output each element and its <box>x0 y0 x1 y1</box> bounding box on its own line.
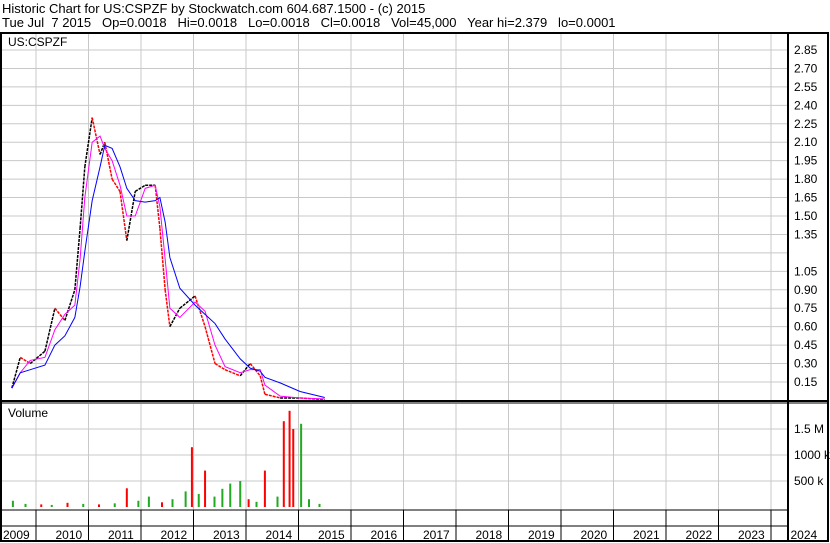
price-segment <box>134 184 146 193</box>
volume-axis: 500 k 1000 k 1.5 M <box>794 422 830 488</box>
symbol-label: US:CSPZF <box>8 35 67 49</box>
volume-bar <box>137 500 140 507</box>
volume-bar <box>184 491 187 507</box>
volume-bar <box>308 499 310 507</box>
volume-bar <box>318 503 321 507</box>
year-tick-label: 2014 <box>266 528 293 542</box>
year-tick-label: 2013 <box>213 528 240 542</box>
year-tick-label: 2023 <box>738 528 765 542</box>
price-tick-label: 0.30 <box>794 357 818 371</box>
year-tick-label: 2012 <box>161 528 188 542</box>
volume-bar <box>98 504 100 507</box>
volume-bar <box>221 488 224 507</box>
year-tick-label: 2021 <box>633 528 660 542</box>
volume-bar <box>66 502 69 507</box>
volume-bar <box>82 503 85 507</box>
price-lines <box>11 117 325 401</box>
price-tick-label: 1.35 <box>794 227 818 241</box>
volume-tick-label: 500 k <box>794 474 824 488</box>
price-axis: 0.15 0.30 0.45 0.60 0.75 0.90 1.05 1.35 1.50 1.65… <box>794 43 818 389</box>
year-tick-label: 2009 <box>3 528 30 542</box>
price-tick-label: 1.80 <box>794 172 818 186</box>
price-tick-label: 1.05 <box>794 264 818 278</box>
volume-bar <box>276 496 279 507</box>
price-segment <box>11 357 21 389</box>
year-tick-label: 2010 <box>56 528 83 542</box>
year-tick-label: 2020 <box>581 528 608 542</box>
volume-bar <box>282 421 285 507</box>
year-tick-label: 2022 <box>686 528 713 542</box>
chart-frame <box>0 32 829 542</box>
price-segment <box>169 307 181 327</box>
volume-bar <box>147 496 150 507</box>
year-tick-label: 2016 <box>371 528 398 542</box>
volume-bar <box>263 470 266 507</box>
volume-tick-label: 1.5 M <box>794 422 824 436</box>
volume-bar <box>113 503 116 507</box>
price-tick-label: 1.50 <box>794 209 818 223</box>
price-segment <box>194 295 206 327</box>
volume-bar <box>288 410 291 507</box>
price-tick-label: 0.90 <box>794 283 818 297</box>
price-tick-label: 2.85 <box>794 43 818 57</box>
price-tick-label: 0.45 <box>794 338 818 352</box>
price-tick-label: 2.25 <box>794 117 818 131</box>
year-tick-label: 2019 <box>528 528 555 542</box>
volume-bar <box>40 504 43 507</box>
volume-bar <box>229 483 232 507</box>
volume-bar <box>161 502 163 507</box>
price-segment <box>91 117 101 155</box>
volume-bar <box>190 447 193 507</box>
price-tick-label: 0.75 <box>794 301 818 315</box>
short-moving-average-line <box>11 135 325 400</box>
price-segment <box>154 185 161 229</box>
volume-bar <box>255 501 258 507</box>
volume-bar <box>197 494 200 507</box>
volume-bars <box>11 410 321 507</box>
price-segment <box>54 307 66 321</box>
price-tick-label: 1.95 <box>794 154 818 168</box>
year-tick-label: 2015 <box>318 528 345 542</box>
price-tick-label: 2.70 <box>794 61 818 75</box>
volume-label: Volume <box>8 406 48 420</box>
volume-bar <box>239 481 242 507</box>
price-tick-label: 1.65 <box>794 191 818 205</box>
year-tick-label: 2011 <box>108 528 134 542</box>
grid <box>2 34 788 540</box>
year-tick-label: 2018 <box>476 528 503 542</box>
volume-bar <box>11 500 14 507</box>
volume-bar <box>24 503 27 507</box>
price-tick-label: 2.10 <box>794 135 818 149</box>
stock-chart: US:CSPZF Volume 0.15 0.30 0.45 0.60 0.75 0.90… <box>0 32 830 542</box>
price-segment <box>64 289 76 321</box>
volume-bar <box>50 504 53 507</box>
price-segment <box>224 368 241 377</box>
volume-bar <box>213 496 216 507</box>
volume-bar <box>292 429 295 507</box>
price-tick-label: 0.60 <box>794 320 818 334</box>
volume-tick-label: 1000 k <box>794 448 830 462</box>
price-tick-label: 0.15 <box>794 375 818 389</box>
volume-bar <box>171 499 174 507</box>
year-axis: 2009 2010 2011 2012 2013 2014 2015 2016 2017 2018… <box>3 528 818 542</box>
year-tick-label: 2017 <box>423 528 450 542</box>
price-tick-label: 2.40 <box>794 98 818 112</box>
volume-bar <box>300 423 303 507</box>
volume-bar <box>204 470 207 507</box>
year-tick-label: 2024 <box>791 528 818 542</box>
volume-bar <box>125 488 128 507</box>
chart-window: Historic Chart for US:CSPZF by Stockwatc… <box>0 0 830 543</box>
price-tick-label: 2.55 <box>794 80 818 94</box>
volume-bar <box>247 499 250 507</box>
